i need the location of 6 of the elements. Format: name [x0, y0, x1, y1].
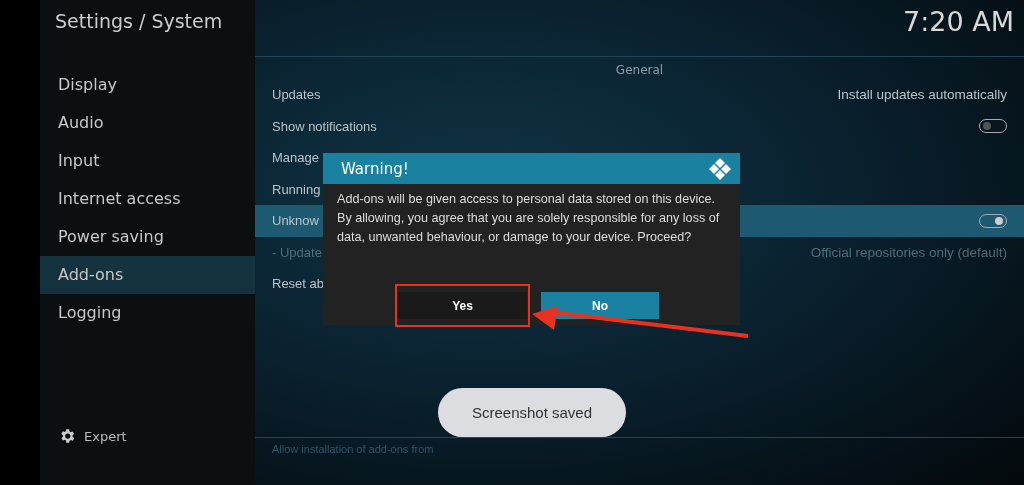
toast-message: Screenshot saved	[438, 388, 626, 437]
section-heading: General	[614, 62, 665, 79]
dialog-message: Add-ons will be given access to personal data stored on this device. By allowing, you agree that you are solely responsible for any loss of data, unwanted behaviour, or damage to your device. Proceed?	[336, 191, 721, 246]
dialog-title: Warning!	[341, 159, 409, 178]
clock: 7:20 AM	[902, 5, 1015, 39]
page-title: Settings / System	[54, 9, 224, 34]
